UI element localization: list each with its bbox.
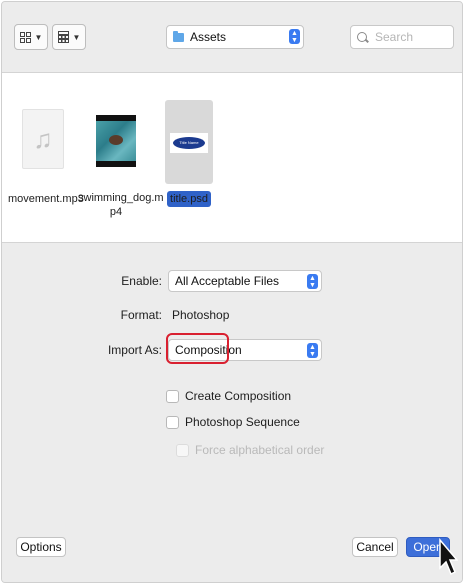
- location-label: Assets: [190, 30, 227, 44]
- title-logo-image: Title Name: [173, 137, 205, 149]
- search-input[interactable]: [373, 29, 447, 45]
- create-composition-checkbox[interactable]: Create Composition: [166, 389, 291, 403]
- import-file-dialog: ▼ ▼ Assets ▲▼ ♫: [1, 1, 463, 583]
- dialog-footer: Options Cancel Open: [2, 522, 462, 582]
- file-name[interactable]: swimming_dog.m p4: [78, 191, 164, 219]
- group-mode-button[interactable]: ▼: [52, 24, 86, 50]
- enable-select[interactable]: All Acceptable Files ▲ ▼: [168, 270, 322, 292]
- toolbar: ▼ ▼ Assets ▲ ▼: [2, 2, 462, 73]
- search-icon: [357, 32, 367, 42]
- updown-arrows-icon: ▲ ▼: [307, 274, 318, 289]
- psd-thumbnail: Title Name: [170, 133, 208, 153]
- video-thumbnail: [96, 121, 136, 161]
- checkbox: [176, 443, 189, 457]
- search-field[interactable]: [350, 25, 454, 49]
- chevron-down-icon: ▼: [34, 32, 43, 42]
- folder-icon: [173, 30, 184, 42]
- list-grid-icon: [57, 31, 69, 43]
- dog-image: [109, 135, 123, 145]
- file-name[interactable]: movement.mp3: [8, 191, 84, 206]
- photoshop-sequence-checkbox[interactable]: Photoshop Sequence: [166, 415, 300, 429]
- annotation-highlight-ring: [166, 333, 229, 364]
- force-alphabetical-checkbox: Force alphabetical order: [176, 443, 324, 457]
- music-note-icon: ♫: [33, 123, 53, 154]
- cancel-button[interactable]: Cancel: [352, 537, 398, 557]
- import-as-label: Import As:: [107, 343, 162, 357]
- checkbox[interactable]: [166, 389, 179, 403]
- options-button[interactable]: Options: [16, 537, 66, 557]
- enable-label: Enable:: [121, 274, 162, 288]
- chevron-down-icon: ▼: [72, 32, 81, 42]
- format-label: Format:: [120, 308, 162, 322]
- updown-arrows-icon: ▲ ▼: [289, 29, 300, 44]
- view-mode-button[interactable]: ▼: [14, 24, 48, 50]
- location-popup[interactable]: Assets ▲ ▼: [166, 25, 304, 49]
- file-browser: ♫ movement.mp3 swimming_dog.m p4 Title N…: [2, 73, 462, 243]
- file-item-swimming-dog[interactable]: [96, 115, 136, 167]
- format-value: Photoshop: [172, 308, 230, 322]
- mouse-pointer-icon: [439, 538, 458, 576]
- checkbox[interactable]: [166, 415, 179, 429]
- grid-icon: [19, 31, 31, 43]
- updown-arrows-icon: ▲ ▼: [307, 343, 318, 358]
- file-item-movement-mp3[interactable]: ♫: [22, 109, 64, 169]
- file-name-selected[interactable]: title.psd: [166, 191, 212, 207]
